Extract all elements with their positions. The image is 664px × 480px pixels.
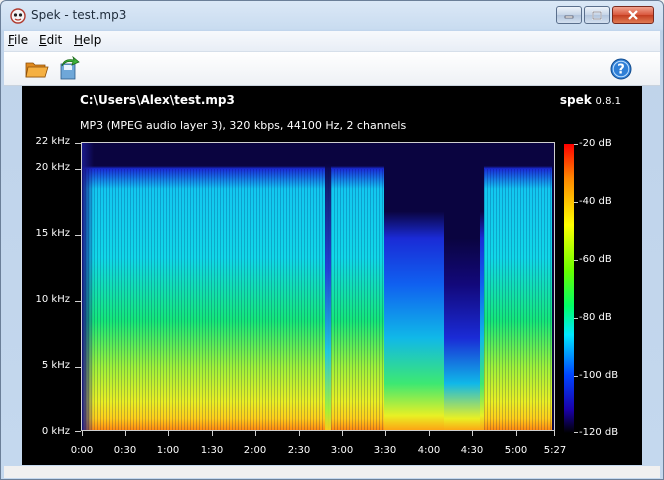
freq-tick [75, 431, 81, 432]
db-color-scale [564, 144, 574, 433]
menu-edit[interactable]: Edit [39, 33, 62, 47]
menu-bar: File Edit Help [4, 31, 660, 52]
db-tick [574, 376, 578, 377]
window-bottom-frame [4, 466, 660, 478]
menu-help[interactable]: Help [74, 33, 101, 47]
spectrogram [81, 142, 555, 431]
time-tick [255, 431, 256, 436]
time-label: 5:00 [504, 445, 528, 456]
time-tick [168, 431, 169, 436]
time-label: 2:00 [243, 445, 267, 456]
freq-tick [75, 235, 81, 236]
time-label: 4:30 [460, 445, 484, 456]
time-tick [472, 431, 473, 436]
time-tick [82, 431, 83, 436]
time-label: 2:30 [287, 445, 311, 456]
save-button[interactable] [56, 55, 82, 82]
freq-label: 22 kHz [35, 136, 70, 147]
time-label: 3:30 [373, 445, 397, 456]
time-tick [554, 431, 555, 436]
time-label: 4:00 [417, 445, 441, 456]
freq-label: 15 kHz [35, 228, 70, 239]
time-tick [125, 431, 126, 436]
svg-text:?: ? [617, 63, 625, 78]
freq-tick [75, 367, 81, 368]
freq-tick [75, 143, 81, 144]
close-button[interactable] [612, 6, 654, 24]
time-tick [385, 431, 386, 436]
caption-buttons [556, 6, 654, 24]
db-label: -40 dB [579, 196, 612, 207]
close-icon [628, 10, 638, 20]
freq-label: 5 kHz [41, 360, 70, 371]
db-tick [574, 144, 578, 145]
time-tick [299, 431, 300, 436]
toolbar: ? [4, 52, 660, 86]
db-tick [574, 432, 578, 433]
time-tick [212, 431, 213, 436]
freq-label: 20 kHz [35, 162, 70, 173]
time-tick [429, 431, 430, 436]
db-tick [574, 260, 578, 261]
db-label: -120 dB [579, 427, 619, 438]
help-icon: ? [610, 58, 632, 80]
time-label: 3:00 [330, 445, 354, 456]
maximize-button[interactable] [584, 6, 610, 24]
menu-file[interactable]: File [8, 33, 28, 47]
minimize-button[interactable] [556, 6, 582, 24]
window-title: Spek - test.mp3 [31, 8, 127, 22]
time-label: 1:00 [156, 445, 180, 456]
db-tick [574, 202, 578, 203]
app-window: Spek - test.mp3 File Edit Help ? C:\User… [0, 0, 664, 480]
db-label: -100 dB [579, 370, 619, 381]
time-tick [516, 431, 517, 436]
brand-label: spek 0.8.1 [559, 93, 621, 107]
freq-label: 0 kHz [41, 426, 70, 437]
db-label: -80 dB [579, 312, 612, 323]
time-label: 5:27 [543, 445, 567, 456]
minimize-icon [564, 15, 574, 19]
time-label: 0:00 [70, 445, 94, 456]
file-info: MP3 (MPEG audio layer 3), 320 kbps, 4410… [80, 119, 407, 132]
maximize-icon [592, 10, 602, 20]
save-export-icon [60, 55, 80, 80]
db-label: -60 dB [579, 254, 612, 265]
time-tick [342, 431, 343, 436]
db-tick [574, 318, 578, 319]
help-button[interactable]: ? [608, 56, 634, 82]
freq-label: 10 kHz [35, 294, 70, 305]
time-label: 0:30 [113, 445, 137, 456]
title-bar[interactable]: Spek - test.mp3 [1, 1, 663, 31]
time-label: 1:30 [200, 445, 224, 456]
folder-open-icon [25, 62, 49, 78]
freq-tick [75, 169, 81, 170]
freq-tick [75, 301, 81, 302]
open-file-button[interactable] [24, 56, 50, 82]
db-label: -20 dB [579, 138, 612, 149]
file-path: C:\Users\Alex\test.mp3 [80, 93, 235, 107]
spek-app-icon [10, 8, 26, 24]
spectrogram-panel: C:\Users\Alex\test.mp3 spek 0.8.1 MP3 (M… [22, 86, 642, 465]
